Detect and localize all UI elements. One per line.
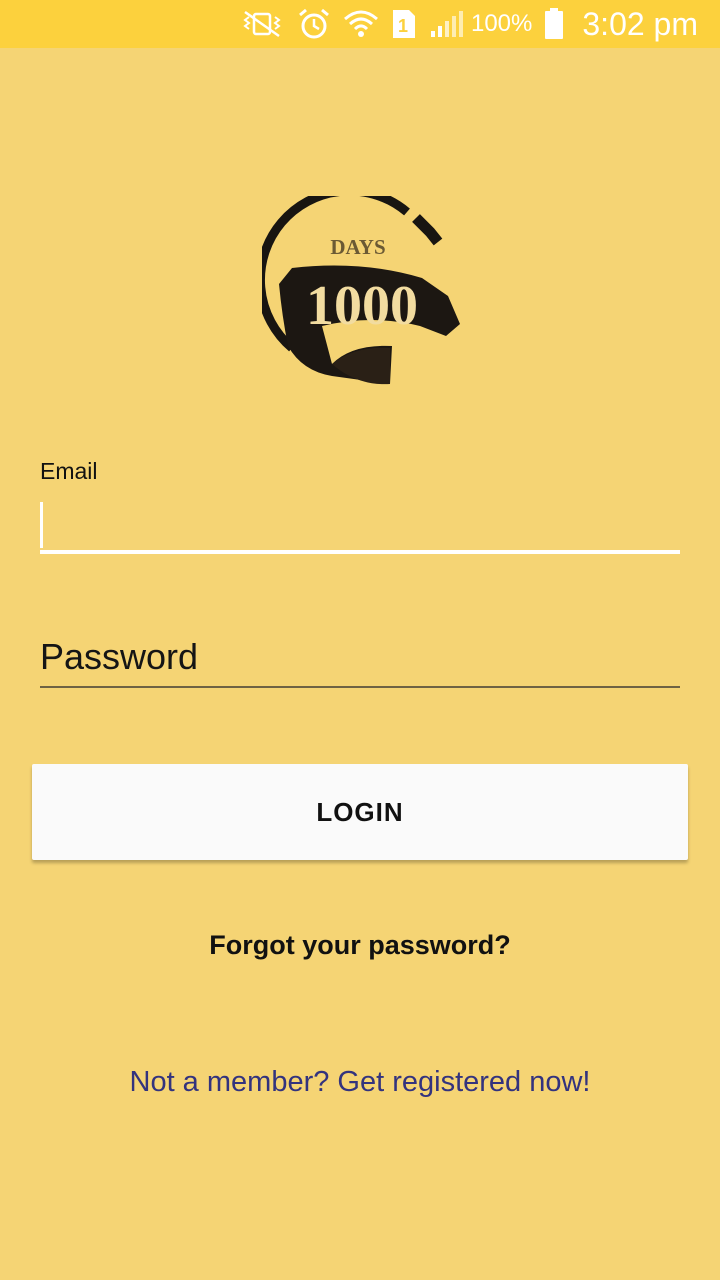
text-cursor <box>40 502 43 548</box>
email-field[interactable] <box>40 496 680 554</box>
status-bar: 1 100% 3:02 pm <box>0 0 720 48</box>
register-link[interactable]: Not a member? Get registered now! <box>0 1066 720 1099</box>
app-logo: DAYS 1000 <box>255 186 468 396</box>
forgot-password-link[interactable]: Forgot your password? <box>0 930 720 961</box>
signal-icon <box>429 9 463 39</box>
battery-percent: 100% <box>470 10 533 37</box>
svg-text:DAYS: DAYS <box>330 235 385 259</box>
battery-icon <box>544 8 564 40</box>
vibrate-mute-icon <box>239 9 285 39</box>
clock: 3:02 pm <box>582 5 698 42</box>
alarm-icon <box>297 8 331 40</box>
svg-text:1: 1 <box>398 16 408 36</box>
password-field[interactable] <box>40 628 680 688</box>
login-button[interactable]: LOGIN <box>32 764 688 860</box>
sim-icon: 1 <box>391 8 417 40</box>
svg-text:1000: 1000 <box>306 275 418 337</box>
wifi-icon <box>343 9 379 39</box>
email-label: Email <box>40 458 98 484</box>
